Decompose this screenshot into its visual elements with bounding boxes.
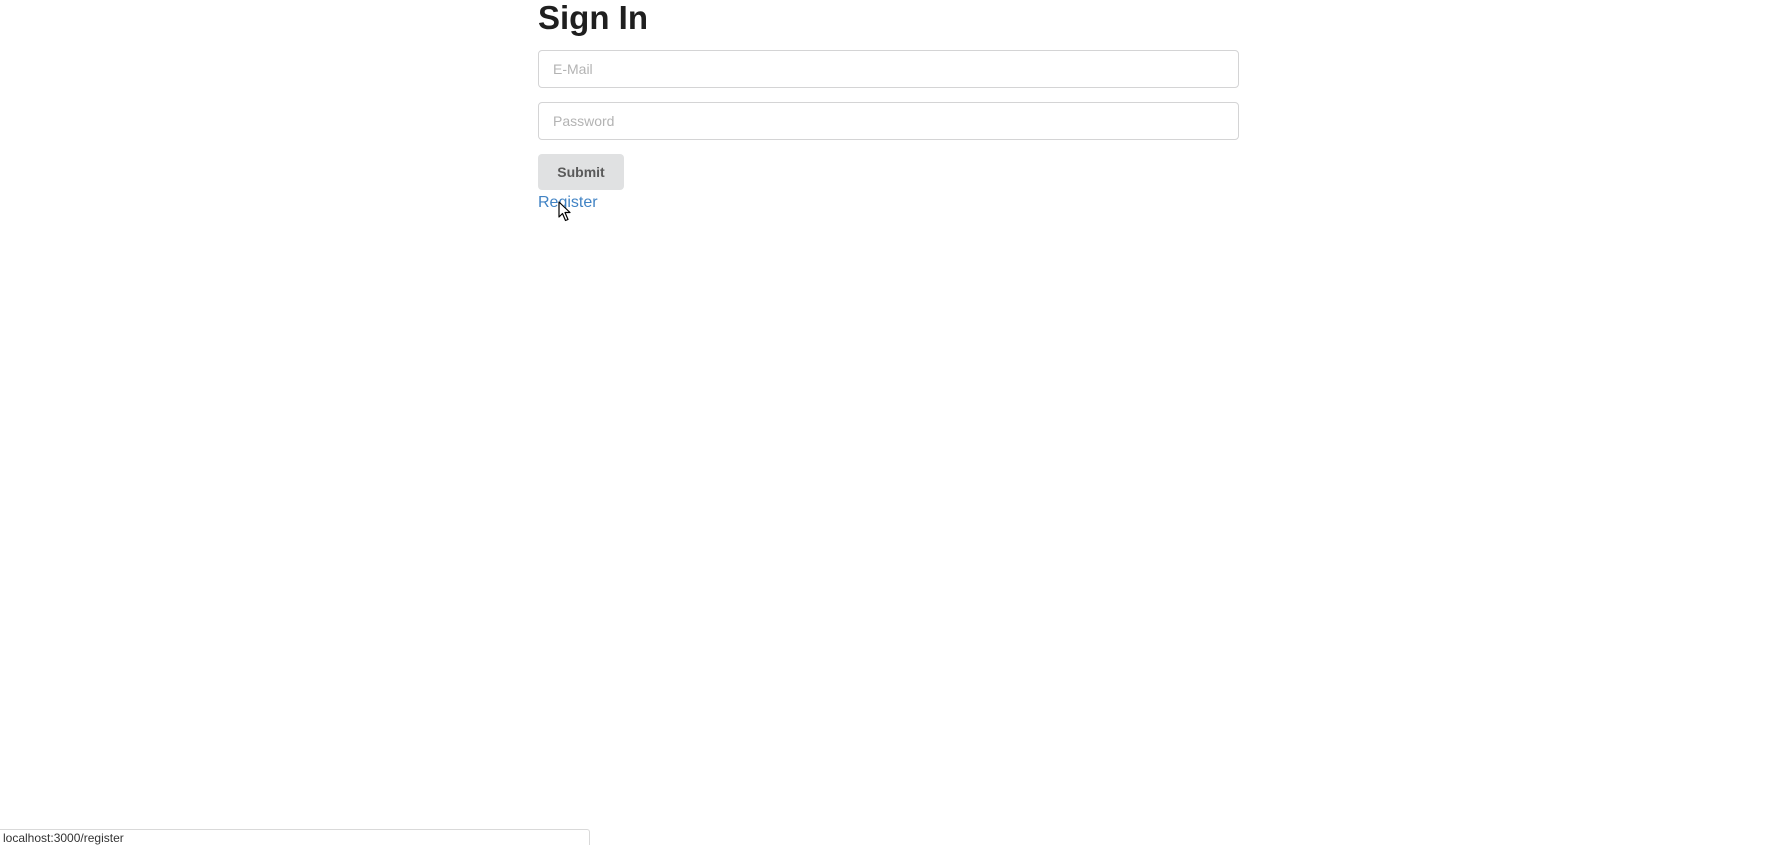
sign-in-form: Sign In Submit Register [538,0,1240,213]
password-field[interactable] [538,102,1239,140]
mouse-pointer-icon [558,201,571,222]
submit-button[interactable]: Submit [538,154,624,190]
page-title: Sign In [538,0,648,36]
email-field[interactable] [538,50,1239,88]
page: Sign In Submit Register localhost:3000/r… [0,0,1775,845]
status-bar-url: localhost:3000/register [0,829,590,845]
